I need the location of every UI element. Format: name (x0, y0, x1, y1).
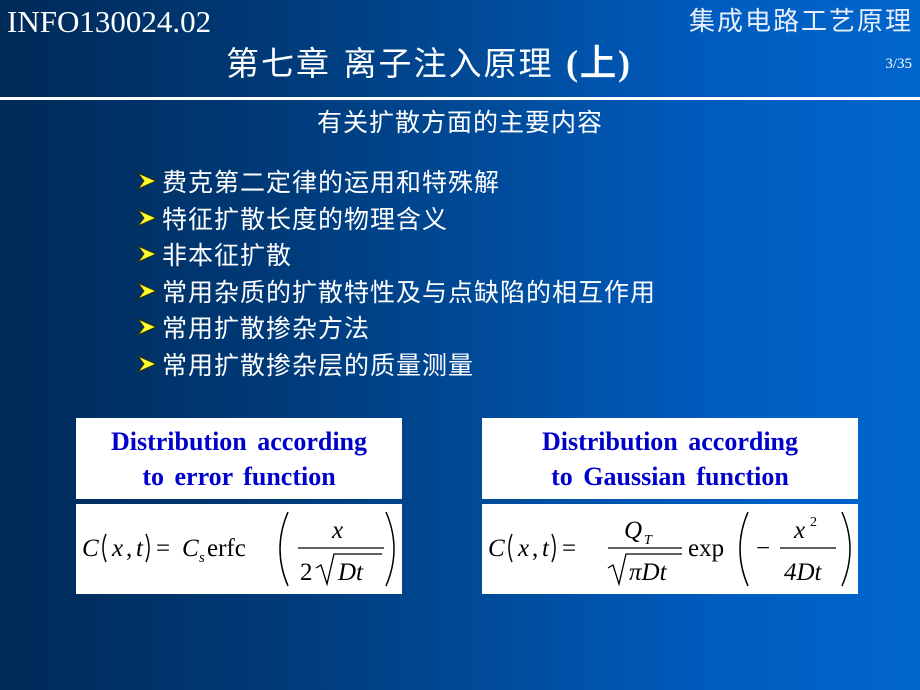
formula-inner-numerator: x (793, 517, 805, 544)
course-code: INFO130024.02 (7, 4, 212, 39)
formula-c: C (488, 535, 505, 562)
paren-left (508, 533, 513, 563)
erfc-formula-graphic: C x , t = C s erfc x 2 Dt (82, 511, 395, 587)
formula-equals: = (156, 535, 170, 562)
formula-comma: , (532, 535, 538, 562)
arrow-bullet-icon (136, 281, 158, 300)
formula-inner-exponent: 2 (810, 515, 817, 530)
formula-inner-denominator: 4Dt (784, 559, 823, 586)
formula-numerator-subscript: T (644, 533, 653, 548)
arrow-bullet-icon (136, 172, 158, 191)
formula-coefficient: C (182, 535, 199, 562)
formula-equals: = (562, 535, 576, 562)
formula-t: t (542, 535, 550, 562)
list-item-label: 常用扩散掺杂层的质量测量 (162, 350, 475, 380)
chapter-title-text: 第七章 离子注入原理 (226, 44, 566, 83)
course-name: 集成电路工艺原理 (688, 7, 913, 37)
formula-t: t (136, 535, 144, 562)
big-paren-left (279, 511, 289, 587)
list-item-label: 常用扩散掺杂方法 (162, 314, 371, 344)
page-number: 3/35 (885, 56, 912, 72)
formula-sign: − (756, 535, 770, 562)
section-heading: 有关扩散方面的主要内容 (316, 108, 603, 137)
paren-left (102, 533, 107, 563)
list-item-label: 费克第二定律的运用和特殊解 (162, 168, 501, 198)
header-divider (0, 97, 920, 100)
formula-function: erfc (207, 535, 246, 562)
formula-function: exp (688, 535, 724, 562)
big-paren-right (841, 511, 851, 587)
list-item-label: 常用杂质的扩散特性及与点缺陷的相互作用 (162, 277, 657, 307)
arrow-bullet-icon (136, 354, 158, 373)
card-title-line: Distribution according (541, 426, 799, 456)
card-title-line: to Gaussian function (551, 461, 789, 491)
arrow-bullet-icon (136, 245, 158, 264)
formula-denominator-radicand: Dt (337, 559, 364, 586)
formula-numerator: Q (624, 517, 642, 544)
gaussian-formula-graphic: C x , t = Q T πDt exp − x 2 4Dt (488, 511, 851, 587)
list-item: 常用扩散掺杂层的质量测量 (136, 346, 656, 383)
arrow-bullet-icon (136, 318, 158, 337)
list-item: 特征扩散长度的物理含义 (136, 200, 656, 237)
topic-list: 费克第二定律的运用和特殊解 特征扩散长度的物理含义 非本征扩散 常用杂质的扩散特… (136, 163, 656, 382)
formula-coefficient-subscript: s (199, 550, 205, 566)
list-item: 常用杂质的扩散特性及与点缺陷的相互作用 (136, 273, 656, 310)
paren-right (145, 533, 150, 563)
card-title-line: Distribution according (110, 426, 368, 456)
formula-c: C (82, 535, 99, 562)
list-item-label: 非本征扩散 (162, 241, 293, 271)
formula-x: x (517, 535, 529, 562)
chapter-title-part: (上) (565, 43, 632, 83)
formula-comma: , (126, 535, 132, 562)
gaussian-function-formula: C x , t = Q T πDt exp − x 2 4Dt (482, 504, 858, 594)
big-paren-right (385, 511, 395, 587)
list-item: 非本征扩散 (136, 236, 656, 273)
error-function-title: Distribution according to error function (76, 418, 402, 499)
card-title-line: to error function (142, 461, 336, 491)
gaussian-function-title: Distribution according to Gaussian funct… (482, 418, 858, 499)
chapter-title: 第七章 离子注入原理 (上) (226, 40, 632, 87)
paren-right (551, 533, 556, 563)
list-item: 常用扩散掺杂方法 (136, 309, 656, 346)
list-item: 费克第二定律的运用和特殊解 (136, 163, 656, 200)
error-function-formula: C x , t = C s erfc x 2 Dt (76, 504, 402, 594)
big-paren-left (739, 511, 749, 587)
arrow-bullet-icon (136, 208, 158, 227)
formula-denominator-factor: 2 (300, 559, 313, 586)
formula-x: x (111, 535, 123, 562)
formula-numerator: x (331, 517, 343, 544)
list-item-label: 特征扩散长度的物理含义 (162, 204, 449, 234)
formula-denominator-radicand: πDt (629, 559, 668, 586)
